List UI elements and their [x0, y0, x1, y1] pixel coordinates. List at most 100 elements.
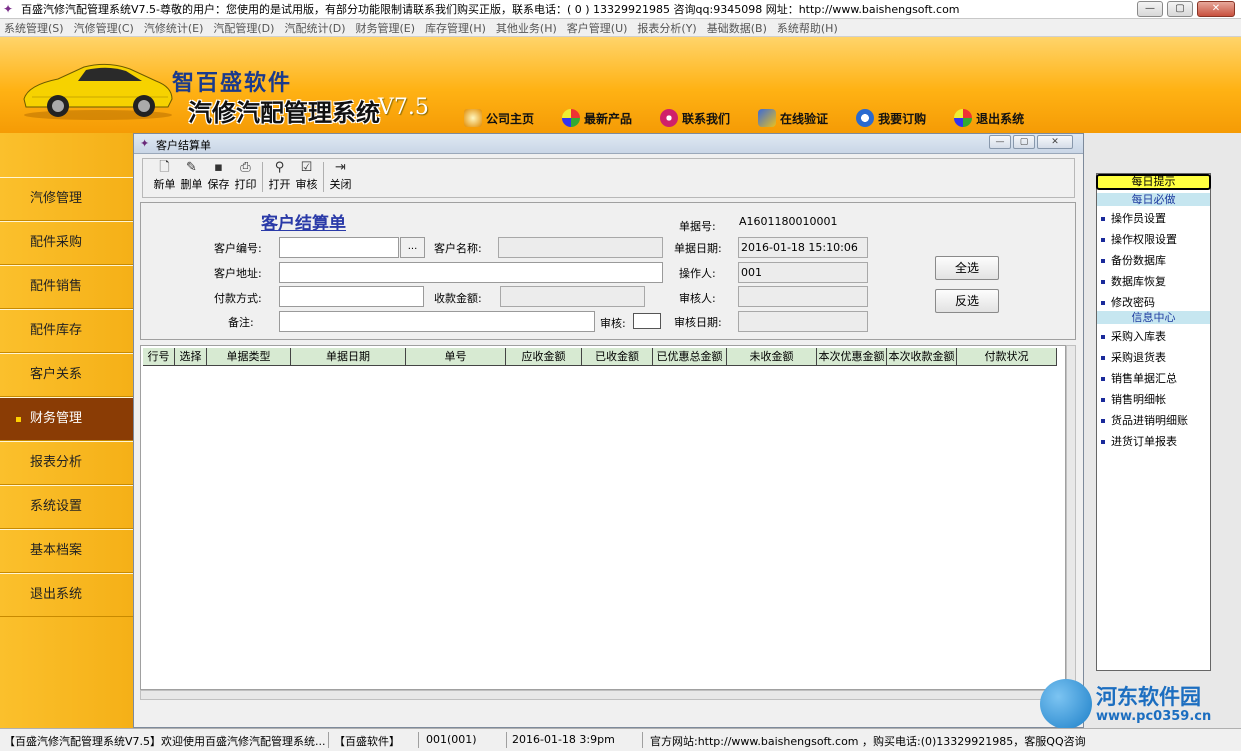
tip-backup-db[interactable]: 备份数据库 — [1101, 252, 1166, 268]
sidebar-item-exit[interactable]: 退出系统 — [0, 573, 133, 617]
close-button[interactable]: ✕ — [1197, 1, 1235, 17]
sidebar-item-sales[interactable]: 配件销售 — [0, 265, 133, 309]
minimize-button[interactable]: — — [1137, 1, 1163, 17]
audit-checkbox[interactable] — [633, 313, 661, 329]
nav-new-products[interactable]: 最新产品 — [562, 109, 632, 127]
nav-exit[interactable]: 退出系统 — [954, 109, 1024, 127]
settlement-window-titlebar: ✦ 客户结算单 — ▢ ✕ — [134, 134, 1083, 154]
tip-permission-settings[interactable]: 操作权限设置 — [1101, 231, 1177, 247]
nav-contact[interactable]: 联系我们 — [660, 109, 730, 127]
new-button[interactable]: 🗋 新单 — [151, 159, 178, 195]
maximize-button[interactable]: ▢ — [1167, 1, 1193, 17]
settlement-window-title: 客户结算单 — [156, 139, 211, 152]
sidebar-item-crm[interactable]: 客户关系 — [0, 353, 133, 397]
menu-finance[interactable]: 财务管理(E) — [356, 20, 416, 36]
customer-address-input[interactable] — [279, 262, 663, 283]
customer-lookup-button[interactable]: ... — [400, 237, 425, 258]
col-current-discount[interactable]: 本次优惠金额 — [817, 348, 887, 366]
print-button[interactable]: ⎙ 打印 — [232, 159, 259, 195]
save-button[interactable]: ▪ 保存 — [205, 159, 232, 195]
select-all-button[interactable]: 全选 — [935, 256, 999, 280]
bullet-icon — [1101, 440, 1105, 444]
col-received[interactable]: 已收金额 — [582, 348, 653, 366]
horizontal-scrollbar[interactable] — [140, 690, 1076, 700]
sidebar-item-repair[interactable]: 汽修管理 — [0, 177, 133, 221]
col-doc-date[interactable]: 单据日期 — [291, 348, 406, 366]
settlement-table[interactable]: 行号 选择 单据类型 单据日期 单号 应收金额 已收金额 已优惠总金额 未收金额… — [140, 345, 1066, 690]
status-separator — [642, 732, 643, 748]
child-maximize-button[interactable]: ▢ — [1013, 135, 1035, 149]
open-button[interactable]: ⚲ 打开 — [266, 159, 293, 195]
tip-restore-db[interactable]: 数据库恢复 — [1101, 273, 1166, 289]
tip-purchase-return-label: 采购退货表 — [1111, 351, 1166, 364]
tip-purchase-in[interactable]: 采购入库表 — [1101, 328, 1166, 344]
tip-change-password[interactable]: 修改密码 — [1101, 294, 1155, 310]
menu-parts[interactable]: 汽配管理(D) — [213, 20, 274, 36]
customer-name-field — [498, 237, 663, 258]
invert-selection-button[interactable]: 反选 — [935, 289, 999, 313]
tip-goods-ledger[interactable]: 货品进销明细账 — [1101, 412, 1188, 428]
col-current-receipt[interactable]: 本次收款金额 — [887, 348, 957, 366]
child-minimize-button[interactable]: — — [989, 135, 1011, 149]
save-button-label: 保存 — [207, 178, 230, 191]
tip-operator-settings[interactable]: 操作员设置 — [1101, 210, 1166, 226]
col-doc-no[interactable]: 单号 — [406, 348, 506, 366]
nav-verify[interactable]: 在线验证 — [758, 109, 828, 127]
tip-purchase-return[interactable]: 采购退货表 — [1101, 349, 1166, 365]
menu-repair[interactable]: 汽修管理(C) — [74, 20, 134, 36]
col-receivable[interactable]: 应收金额 — [506, 348, 582, 366]
toolbar: 🗋 新单 ✎ 删单 ▪ 保存 ⎙ 打印 ⚲ 打开 ☑ 审核 ⇥ 关闭 — [142, 158, 1075, 198]
menu-base-data[interactable]: 基础数据(B) — [707, 20, 767, 36]
watermark-url: www.pc0359.cn — [1096, 709, 1212, 724]
tip-change-password-label: 修改密码 — [1111, 296, 1155, 309]
customer-no-input[interactable] — [279, 237, 399, 258]
child-close-button[interactable]: ✕ — [1037, 135, 1073, 149]
save-icon: ▪ — [214, 160, 223, 175]
watermark: 河东软件园 www.pc0359.cn — [1040, 677, 1238, 733]
car-logo — [23, 63, 173, 120]
sidebar-item-reports[interactable]: 报表分析 — [0, 441, 133, 485]
new-button-label: 新单 — [153, 178, 176, 191]
sidebar-item-archive[interactable]: 基本档案 — [0, 529, 133, 573]
nav-home[interactable]: 公司主页 — [464, 109, 534, 127]
audit-date-field — [738, 311, 868, 332]
tip-sales-detail[interactable]: 销售明细帐 — [1101, 391, 1166, 407]
delete-button[interactable]: ✎ 删单 — [178, 159, 205, 195]
remark-input[interactable] — [279, 311, 595, 332]
menu-repair-stats[interactable]: 汽修统计(E) — [144, 20, 204, 36]
menu-other[interactable]: 其他业务(H) — [496, 20, 557, 36]
tip-sales-summary[interactable]: 销售单据汇总 — [1101, 370, 1177, 386]
payment-method-input[interactable] — [279, 286, 424, 307]
col-doc-type[interactable]: 单据类型 — [207, 348, 291, 366]
tip-purchase-order-report[interactable]: 进货订单报表 — [1101, 433, 1177, 449]
nav-order[interactable]: 我要订购 — [856, 109, 926, 127]
doc-date-label: 单据日期: — [674, 242, 722, 255]
sidebar-item-finance[interactable]: 财务管理 — [0, 397, 133, 441]
menu-parts-stats[interactable]: 汽配统计(D) — [284, 20, 345, 36]
menu-reports[interactable]: 报表分析(Y) — [637, 20, 696, 36]
sidebar-item-settings[interactable]: 系统设置 — [0, 485, 133, 529]
col-payment-status[interactable]: 付款状况 — [957, 348, 1057, 366]
audit-button[interactable]: ☑ 审核 — [293, 159, 320, 195]
col-select[interactable]: 选择 — [175, 348, 207, 366]
nav-new-products-label: 最新产品 — [584, 111, 633, 126]
menu-system[interactable]: 系统管理(S) — [4, 20, 64, 36]
col-total-discount[interactable]: 已优惠总金额 — [653, 348, 727, 366]
vertical-scrollbar[interactable] — [1066, 345, 1076, 690]
active-bullet-icon — [16, 417, 21, 422]
received-amount-label: 收款金额: — [434, 292, 482, 305]
tip-sales-summary-label: 销售单据汇总 — [1111, 372, 1177, 385]
menu-help[interactable]: 系统帮助(H) — [777, 20, 838, 36]
sidebar-item-inventory[interactable]: 配件库存 — [0, 309, 133, 353]
col-row-no[interactable]: 行号 — [143, 348, 175, 366]
close-window-button[interactable]: ⇥ 关闭 — [327, 159, 354, 195]
col-unreceived[interactable]: 未收金额 — [727, 348, 817, 366]
sidebar-item-purchase[interactable]: 配件采购 — [0, 221, 133, 265]
new-document-icon: 🗋 — [159, 160, 170, 175]
daily-tips-panel: 每日提示 每日必做 操作员设置 操作权限设置 备份数据库 数据库恢复 修改密码 … — [1096, 173, 1211, 671]
menu-inventory[interactable]: 库存管理(H) — [425, 20, 486, 36]
status-separator — [328, 732, 329, 748]
settlement-window: ✦ 客户结算单 — ▢ ✕ 🗋 新单 ✎ 删单 ▪ 保存 ⎙ 打印 ⚲ 打开 ☑… — [133, 133, 1084, 728]
menu-bar: 系统管理(S) 汽修管理(C) 汽修统计(E) 汽配管理(D) 汽配统计(D) … — [0, 19, 1241, 37]
menu-customer[interactable]: 客户管理(U) — [567, 20, 628, 36]
